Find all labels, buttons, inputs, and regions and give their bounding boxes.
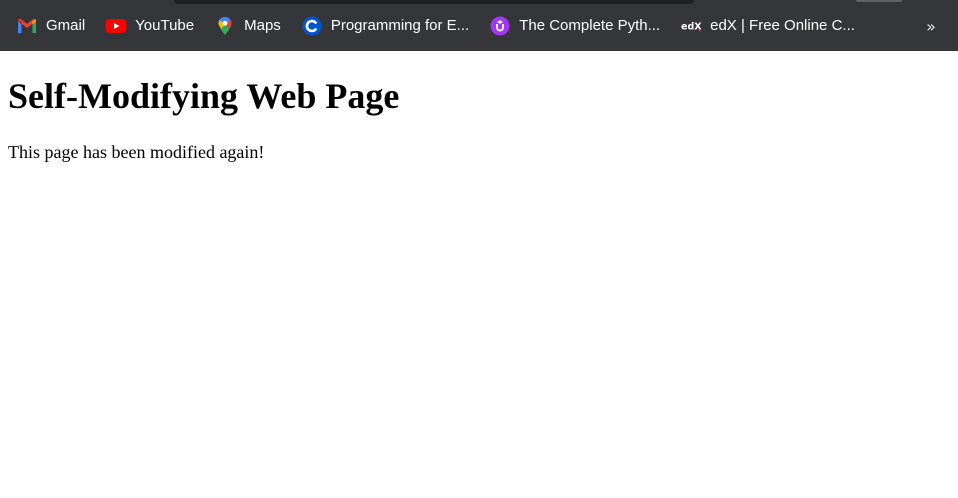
gmail-icon xyxy=(16,15,38,37)
bookmark-label: edX | Free Online C... xyxy=(710,17,855,34)
bookmark-edx[interactable]: edX edX | Free Online C... xyxy=(680,10,855,42)
bookmark-programming[interactable]: Programming for E... xyxy=(301,10,469,42)
bookmark-complete-python[interactable]: The Complete Pyth... xyxy=(489,10,660,42)
svg-text:edX: edX xyxy=(681,21,702,32)
youtube-icon xyxy=(105,15,127,37)
bookmark-youtube[interactable]: YouTube xyxy=(105,10,194,42)
bookmarks-overflow-button[interactable]: » xyxy=(918,10,944,42)
bookmark-label: Gmail xyxy=(46,17,86,34)
web-page-content: Self-Modifying Web Page This page has be… xyxy=(0,51,958,498)
udemy-icon xyxy=(489,15,511,37)
chevron-double-right-icon: » xyxy=(926,16,936,36)
bookmark-label: Maps xyxy=(244,17,281,34)
page-message: This page has been modified again! xyxy=(8,142,265,162)
maps-icon xyxy=(214,15,236,37)
edx-icon: edX xyxy=(680,15,702,37)
coursera-icon xyxy=(301,15,323,37)
bookmark-label: The Complete Pyth... xyxy=(519,17,661,34)
bookmark-label: YouTube xyxy=(135,17,195,34)
bookmarks-bar: Gmail YouTube Maps Programming for E... … xyxy=(0,0,958,51)
bookmark-gmail[interactable]: Gmail xyxy=(16,10,85,42)
bookmark-list: Gmail YouTube Maps Programming for E... … xyxy=(0,0,875,51)
bookmark-maps[interactable]: Maps xyxy=(214,10,281,42)
bookmark-label: Programming for E... xyxy=(330,17,470,34)
page-title: Self-Modifying Web Page xyxy=(8,76,400,116)
browser-window: Gmail YouTube Maps Programming for E... … xyxy=(0,0,958,498)
